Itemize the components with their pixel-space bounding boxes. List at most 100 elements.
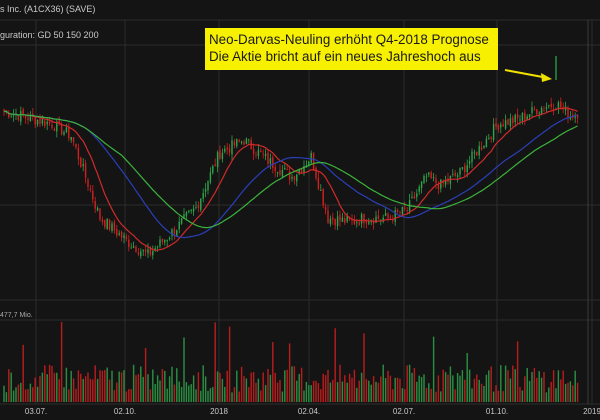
candle-body: [284, 168, 286, 170]
volume-bar: [353, 369, 356, 402]
volume-bar: [96, 378, 99, 402]
candle-body: [320, 190, 322, 191]
volume-bar: [401, 388, 404, 402]
volume-bar: [540, 377, 543, 402]
volume-bar: [380, 376, 382, 402]
volume-bar: [348, 373, 351, 402]
volume-bar: [212, 387, 214, 402]
candle-body: [108, 219, 111, 230]
annotation-line-2: Die Aktie bricht auf ein neues Jahreshoc…: [209, 49, 481, 64]
volume-bar: [116, 382, 118, 402]
volume-bar: [449, 366, 452, 402]
volume-bar: [92, 379, 94, 402]
volume-bar: [204, 376, 207, 402]
volume-bar: [536, 377, 538, 402]
candle-body: [334, 219, 336, 226]
volume-bar: [512, 365, 514, 402]
volume-bar: [284, 370, 286, 402]
volume-bar: [178, 381, 180, 402]
volume-bar: [197, 372, 200, 402]
volume-bar: [557, 370, 560, 402]
volume-bar: [94, 365, 96, 402]
volume-bar: [120, 372, 123, 402]
candle-body: [528, 114, 531, 117]
candle-body: [432, 177, 435, 179]
volume-bar: [17, 384, 20, 402]
volume-bar: [334, 328, 336, 402]
candle-body: [276, 172, 279, 174]
candle-body: [269, 158, 272, 164]
candle-body: [34, 117, 36, 125]
candle-body: [281, 169, 284, 177]
volume-bar: [456, 373, 459, 402]
volume-bar: [478, 379, 480, 402]
volume-bar: [389, 375, 392, 402]
volume-bar: [516, 341, 519, 402]
volume-bar: [113, 390, 116, 402]
candle-body: [507, 119, 509, 125]
volume-bar: [569, 381, 572, 402]
candle-body: [483, 145, 485, 148]
volume-bar: [250, 372, 252, 402]
volume-bar: [22, 344, 24, 402]
volume-bar: [382, 364, 384, 402]
candle-body: [94, 201, 96, 209]
candle-body: [51, 124, 53, 128]
candle-body: [209, 172, 212, 183]
x-tick-label: 02.04.: [298, 407, 320, 416]
candle-body: [207, 181, 209, 191]
volume-max-label: 477,7 Mio.: [0, 312, 33, 319]
candle-body: [464, 165, 466, 173]
volume-bar: [221, 378, 224, 402]
candle-body: [240, 141, 243, 143]
annotation-box: Neo-Darvas-Neuling erhöht Q4-2018 Progno…: [205, 28, 498, 70]
volume-bar: [142, 376, 144, 402]
candle-body: [296, 174, 298, 182]
candle-body: [396, 209, 399, 212]
moving-averages: [3, 107, 578, 251]
candle-body: [497, 125, 500, 130]
volume-bar: [29, 383, 32, 402]
volume-bar: [555, 388, 557, 402]
candle-body: [202, 192, 204, 199]
candle-body: [245, 138, 248, 144]
volume-bar: [408, 364, 411, 402]
candle-body: [106, 218, 108, 229]
volume-bar: [75, 388, 77, 402]
candle-body: [471, 151, 473, 163]
candle-body: [324, 207, 327, 211]
arrow-head: [541, 73, 552, 82]
candle-body: [116, 229, 118, 236]
annotation-arrow: [504, 69, 552, 82]
volume-bar: [452, 375, 454, 402]
candle-body: [389, 217, 392, 219]
volume-bar: [166, 388, 168, 402]
volume-bar: [240, 366, 243, 402]
volume-bar: [500, 365, 502, 402]
candle-body: [440, 179, 442, 189]
volume-bar: [492, 391, 495, 402]
volume-bar: [135, 375, 137, 402]
volume-bar: [308, 385, 310, 402]
volume-bar: [404, 389, 406, 402]
volume-bar: [63, 387, 65, 402]
volume-bar: [300, 367, 303, 402]
candle-body: [168, 237, 171, 240]
candle-body: [344, 218, 346, 223]
volume-bar: [192, 375, 195, 402]
candle-body: [533, 108, 536, 110]
candle-body: [312, 152, 315, 170]
chart-grid: [0, 19, 600, 405]
volume-bar: [423, 374, 425, 402]
candle-body: [272, 157, 274, 168]
candle-body: [128, 239, 130, 248]
candle-body: [428, 172, 430, 175]
volume-bar: [214, 322, 216, 402]
volume-bar: [5, 392, 8, 402]
volume-bar: [245, 378, 248, 402]
candle-body: [502, 124, 504, 127]
volume-bar: [317, 383, 320, 402]
candle-body: [123, 235, 125, 238]
volume-bar: [27, 389, 29, 402]
candle-body: [454, 172, 456, 176]
